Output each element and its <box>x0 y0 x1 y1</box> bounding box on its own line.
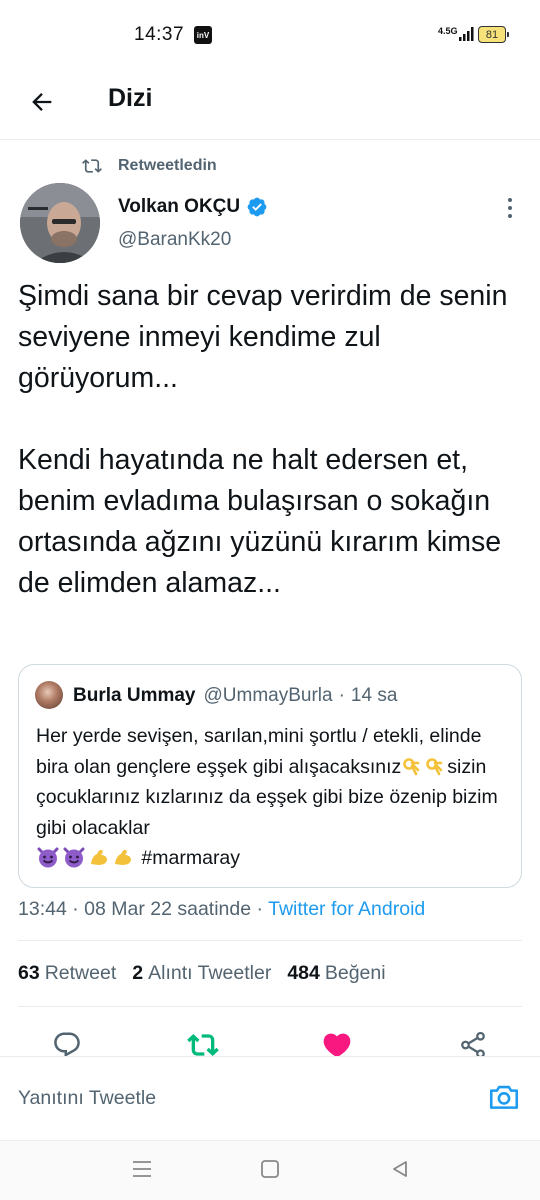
app-notification-icon: inV <box>194 26 212 44</box>
battery-icon: 81 <box>478 26 509 43</box>
quoted-tweet-card[interactable]: Burla Ummay @UmmayBurla · 14 sa Her yerd… <box>18 664 522 888</box>
tweet-text: Şimdi sana bir cevap verirdim de senin s… <box>18 280 508 599</box>
quote-stat-label: Alıntı Tweetler <box>148 962 272 984</box>
more-vertical-icon <box>508 198 512 202</box>
signal-icon <box>459 27 474 41</box>
more-options-button[interactable] <box>498 196 522 220</box>
network-type: 4.5G <box>438 26 458 36</box>
camera-button[interactable] <box>486 1079 522 1115</box>
square-home-icon <box>261 1160 279 1178</box>
retweet-icon <box>82 159 102 173</box>
like-count: 484 <box>287 962 320 984</box>
quote-separator: · <box>338 685 345 706</box>
battery-level: 81 <box>485 28 499 41</box>
flexed-biceps-emoji-icon <box>115 849 131 865</box>
system-nav-bar <box>0 1140 540 1200</box>
arrow-left-icon <box>32 93 52 111</box>
meta-separator: · <box>256 898 264 920</box>
tweet-date: 08 Mar 22 saatinde <box>84 898 252 920</box>
divider <box>18 940 522 941</box>
reply-input[interactable]: Yanıtını Tweetle <box>18 1087 156 1110</box>
tweet-meta: 13:44 · 08 Mar 22 saatinde · Twitter for… <box>18 898 425 921</box>
author-handle[interactable]: @BaranKk20 <box>118 229 231 251</box>
quote-hashtag[interactable]: #marmaray <box>141 847 240 869</box>
page-title: Dizi <box>108 84 153 112</box>
retweet-label: Retweetledin <box>118 157 217 174</box>
quote-count: 2 <box>132 962 144 984</box>
quote-stat[interactable]: 2 Alıntı Tweetler <box>132 962 271 985</box>
ok-hand-emoji-icon <box>403 757 420 775</box>
tweet-source-link[interactable]: Twitter for Android <box>268 898 425 920</box>
smiling-devil-emoji-icon <box>63 847 85 868</box>
home-nav-button[interactable] <box>258 1157 282 1181</box>
verified-badge-icon <box>247 197 267 217</box>
quote-time: 14 sa <box>350 685 398 706</box>
like-stat[interactable]: 484 Beğeni <box>287 962 385 985</box>
quote-author-avatar <box>35 681 63 709</box>
tweet-stats: 63 Retweet 2 Alıntı Tweetler 484 Beğeni <box>18 962 386 985</box>
like-stat-label: Beğeni <box>324 962 386 984</box>
back-button[interactable] <box>22 82 62 122</box>
quote-text: Her yerde sevişen, sarılan,mini şortlu /… <box>36 721 516 874</box>
retweet-stat-label: Retweet <box>44 962 117 984</box>
back-nav-button[interactable] <box>388 1157 412 1181</box>
quote-header: Burla Ummay @UmmayBurla · 14 sa <box>73 685 397 707</box>
quote-author-handle: @UmmayBurla <box>203 685 333 706</box>
tweet-time: 13:44 <box>18 898 67 920</box>
menu-nav-button[interactable] <box>130 1157 154 1181</box>
triangle-back-icon <box>393 1161 407 1177</box>
smiling-devil-emoji-icon <box>37 847 59 868</box>
author-name-text: Volkan OKÇU <box>118 196 241 217</box>
author-name[interactable]: Volkan OKÇU <box>118 196 268 218</box>
status-time: 14:37 <box>134 24 185 45</box>
camera-icon <box>489 1085 519 1109</box>
retweet-count: 63 <box>18 962 40 984</box>
menu-icon <box>133 1161 151 1177</box>
meta-separator: · <box>72 898 79 920</box>
retweet-context[interactable]: Retweetledin <box>82 154 217 178</box>
flexed-biceps-emoji-icon <box>91 849 107 865</box>
avatar-photo <box>20 183 100 263</box>
header: Dizi <box>0 72 540 140</box>
author-avatar[interactable] <box>20 183 100 263</box>
reply-composer-bar[interactable]: Yanıtını Tweetle <box>0 1056 540 1140</box>
divider <box>18 1006 522 1007</box>
status-bar: 14:37 inV 4.5G 81 <box>0 0 540 72</box>
quote-author-name: Burla Ummay <box>73 685 196 706</box>
ok-hand-emoji-icon <box>426 757 443 775</box>
retweet-stat[interactable]: 63 Retweet <box>18 962 116 985</box>
